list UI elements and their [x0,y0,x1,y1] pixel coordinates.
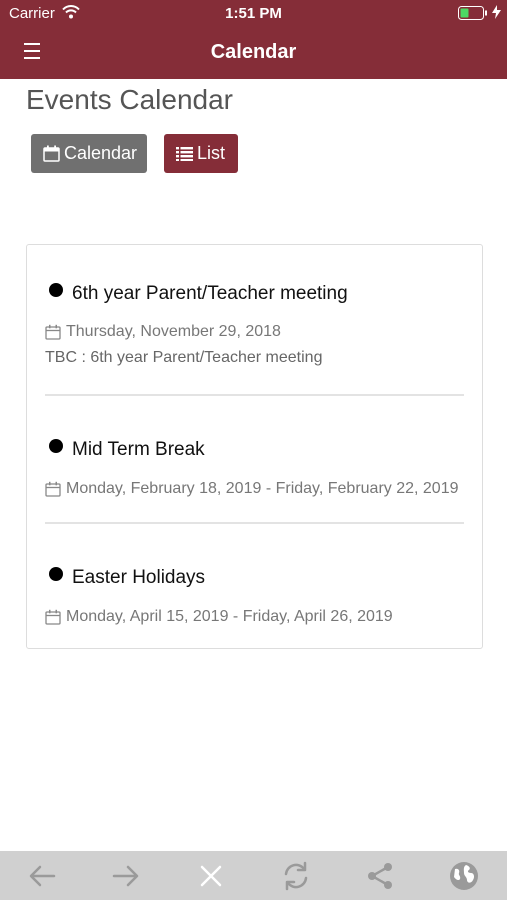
back-arrow-icon [29,865,56,887]
globe-icon [450,862,478,890]
list-view-label: List [197,143,226,163]
calendar-icon [45,481,61,502]
divider [45,522,464,524]
nav-title: Calendar [210,41,297,63]
divider [45,394,464,396]
calendar-icon [45,324,61,345]
status-bar: Carrier 1:51 PM [0,0,507,28]
page-title: Events Calendar [26,84,234,115]
events-list: 6th year Parent/Teacher meeting Thursday… [26,244,483,649]
list-view-button[interactable]: List [164,134,238,173]
back-button[interactable] [26,860,58,892]
browser-button[interactable] [448,860,480,892]
share-button[interactable] [364,860,396,892]
battery-icon [458,6,488,24]
forward-button[interactable] [110,860,142,892]
calendar-icon [45,609,61,630]
hamburger-icon [24,43,40,59]
refresh-button[interactable] [280,860,312,892]
calendar-view-button[interactable]: Calendar [31,134,147,173]
calendar-view-label: Calendar [64,143,138,163]
event-title: Mid Term Break [72,439,205,460]
event-date: Thursday, November 29, 2018 [66,323,281,340]
event-title: Easter Holidays [72,567,206,588]
charging-bolt-icon [492,5,501,23]
app-header: Carrier 1:51 PM Calendar [0,0,507,79]
refresh-icon [284,861,308,891]
event-description: TBC : 6th year Parent/Teacher meeting [45,349,323,366]
forward-arrow-icon [112,865,139,887]
event-date: Monday, February 18, 2019 - Friday, Febr… [66,480,459,497]
bullet-icon [49,283,63,297]
bottom-toolbar [0,851,507,900]
close-icon [200,865,222,887]
event-title: 6th year Parent/Teacher meeting [72,283,348,304]
bullet-icon [49,439,63,453]
close-button[interactable] [195,860,227,892]
share-icon [368,863,392,889]
status-time: 1:51 PM [225,5,282,22]
event-date: Monday, April 15, 2019 - Friday, April 2… [66,608,393,625]
hamburger-menu-button[interactable] [22,40,46,62]
bullet-icon [49,567,63,581]
calendar-icon [43,145,60,162]
list-icon [176,147,193,161]
